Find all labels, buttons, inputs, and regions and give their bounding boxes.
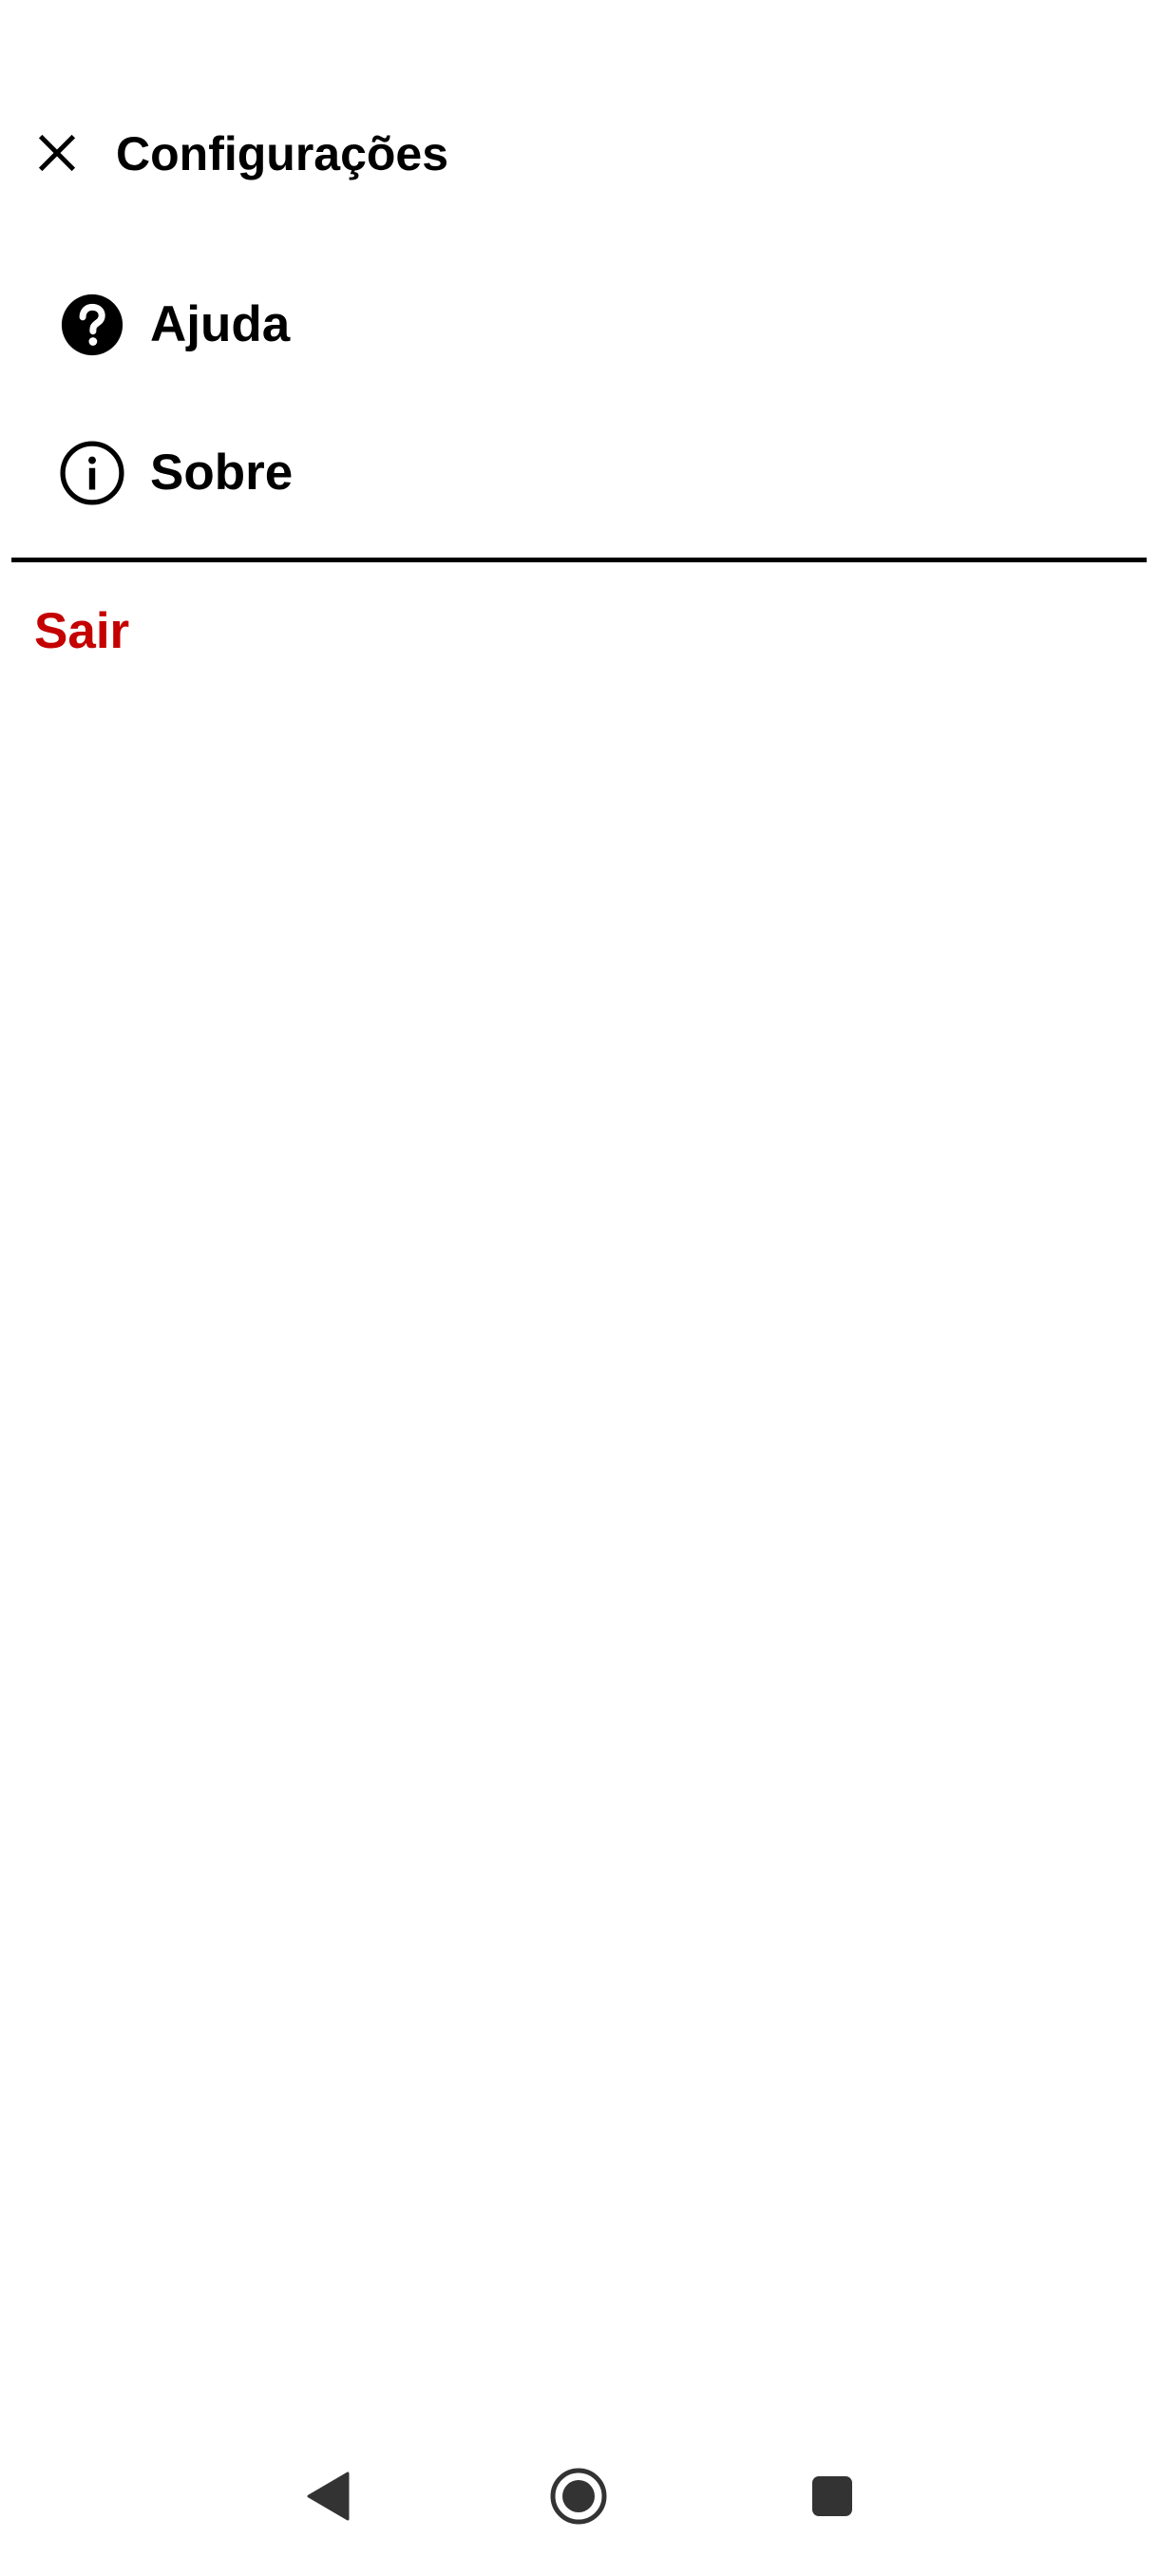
settings-header: Configurações <box>0 114 1159 215</box>
help-circle-icon <box>59 292 125 358</box>
menu-item-label: Ajuda <box>150 296 291 352</box>
menu-item-help[interactable]: Ajuda <box>0 252 1147 394</box>
recents-square-icon <box>812 2476 852 2516</box>
system-navigation-bar <box>0 2432 1159 2576</box>
logout-label: Sair <box>34 603 130 659</box>
nav-back-button[interactable] <box>280 2449 375 2544</box>
page-title: Configurações <box>116 127 449 180</box>
logout-button[interactable]: Sair <box>0 589 1147 674</box>
close-button[interactable] <box>23 119 91 187</box>
divider <box>11 558 1147 562</box>
close-icon <box>38 134 76 172</box>
back-triangle-icon <box>307 2472 350 2521</box>
menu-item-label: Sobre <box>150 445 294 501</box>
nav-home-button[interactable] <box>531 2449 626 2544</box>
nav-recents-button[interactable] <box>785 2449 880 2544</box>
menu-item-about[interactable]: Sobre <box>0 400 1147 542</box>
info-outline-icon <box>59 440 125 506</box>
home-circle-icon <box>550 2468 607 2525</box>
